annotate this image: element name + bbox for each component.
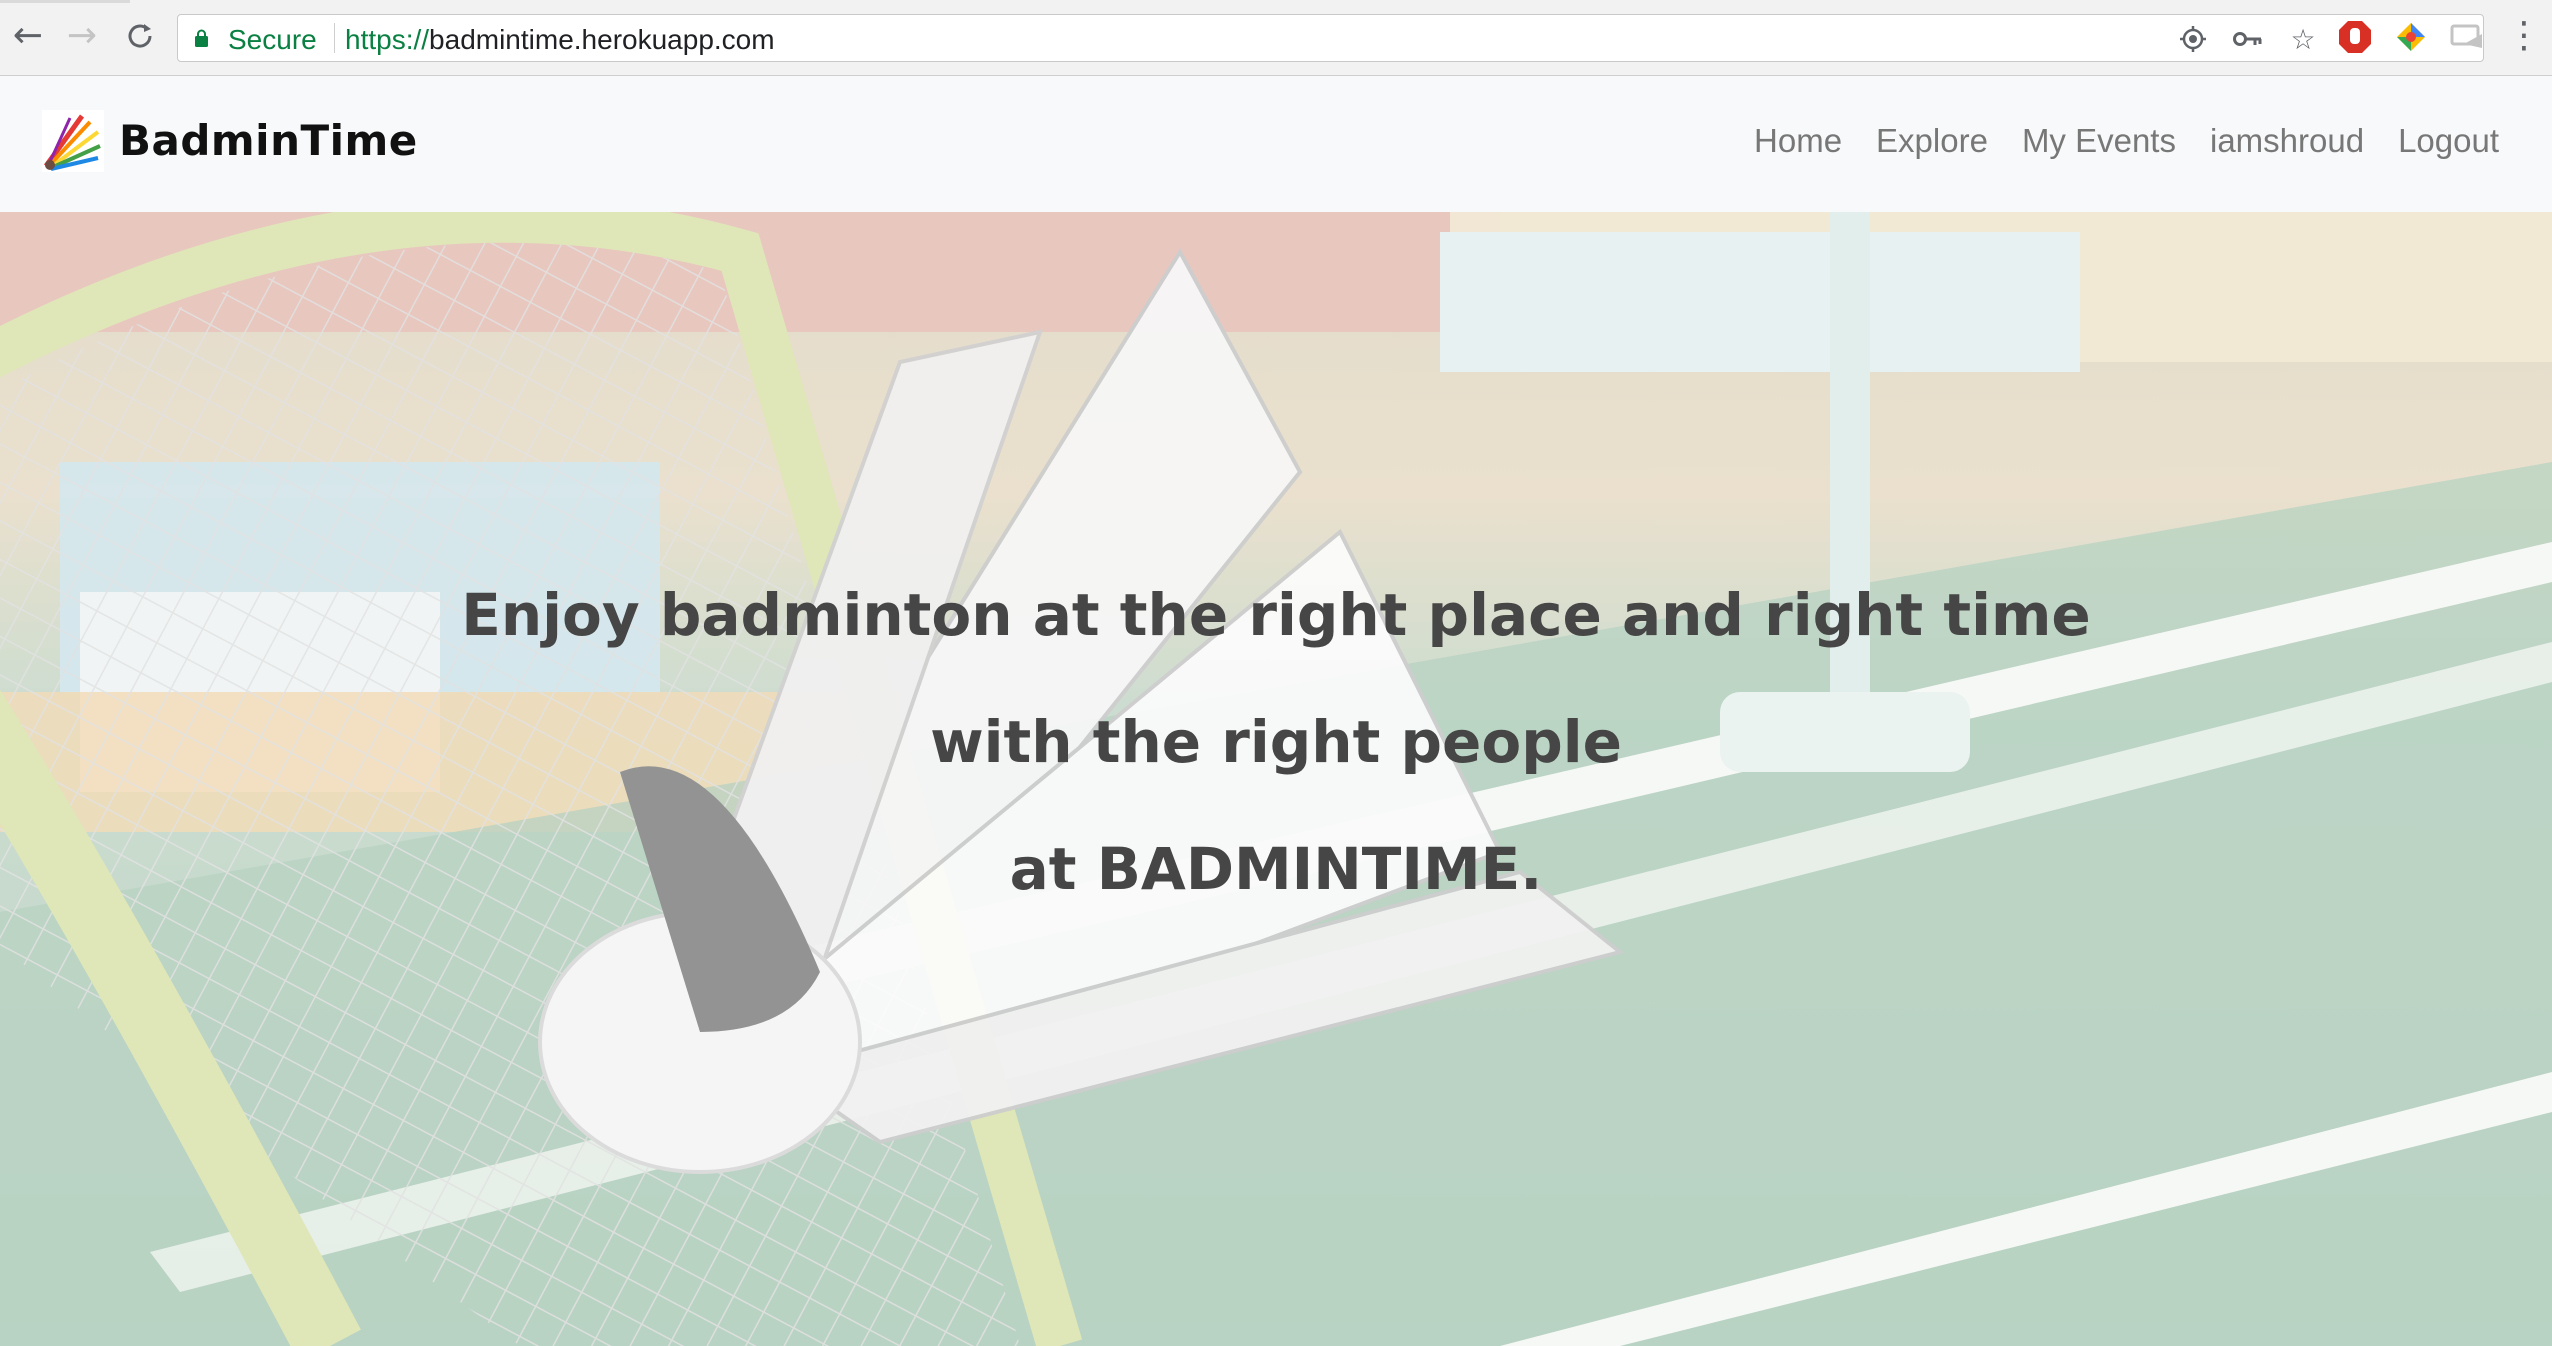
stop-extension-icon[interactable]	[2336, 18, 2374, 56]
hero-line-1: Enjoy badminton at the right place and r…	[461, 581, 2091, 649]
key-icon[interactable]	[2233, 24, 2263, 54]
forward-arrow-icon[interactable]: →	[60, 14, 104, 58]
brand-name[interactable]: BadminTime	[119, 116, 418, 165]
hero-section: Enjoy badminton at the right place and r…	[0, 212, 2552, 1346]
secure-label: Secure	[228, 24, 317, 55]
hero-line-3: at BADMINTIME.	[1009, 835, 1543, 903]
address-bar[interactable]: Secure https://badmintime.herokuapp.com …	[177, 14, 2484, 62]
site-navbar: BadminTime Home Explore My Events iamshr…	[0, 76, 2552, 212]
nav-user-link[interactable]: iamshroud	[2193, 122, 2381, 160]
hero-tagline: Enjoy badminton at the right place and r…	[0, 552, 2552, 933]
url-divider	[334, 23, 335, 53]
url-text[interactable]: https://badmintime.herokuapp.com	[345, 24, 775, 56]
nav-explore-link[interactable]: Explore	[1859, 122, 2005, 160]
color-extension-icon[interactable]	[2392, 18, 2430, 56]
tab-strip-edge	[0, 0, 130, 3]
nav-my-events-link[interactable]: My Events	[2005, 122, 2193, 160]
lock-icon	[195, 29, 208, 47]
nav-logout-link[interactable]: Logout	[2381, 122, 2516, 160]
browser-toolbar: ← → Secure https://badmintime.herokuapp.…	[0, 0, 2552, 76]
back-arrow-icon[interactable]: ←	[6, 14, 50, 58]
hero-line-2: with the right people	[930, 708, 1622, 776]
shuttlecock-logo-icon[interactable]	[42, 110, 104, 172]
star-icon[interactable]: ☆	[2288, 23, 2318, 56]
location-icon[interactable]	[2178, 24, 2208, 54]
reload-icon[interactable]	[118, 14, 162, 58]
nav-links: Home Explore My Events iamshroud Logout	[1737, 122, 2516, 160]
cast-extension-icon[interactable]	[2448, 18, 2486, 56]
nav-home-link[interactable]: Home	[1737, 122, 1859, 160]
more-menu-icon[interactable]: ⋮	[2502, 14, 2546, 58]
url-scheme: https://	[345, 24, 430, 55]
url-host: badmintime.herokuapp.com	[429, 24, 775, 55]
